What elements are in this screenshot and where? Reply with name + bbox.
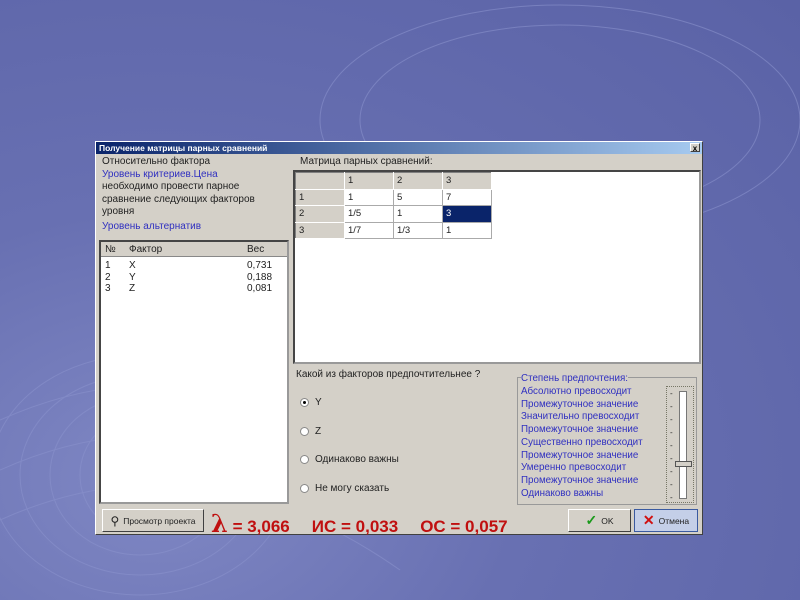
cancel-button[interactable]: ✕ Отмена [634,509,698,532]
item-number: 1 [105,260,111,271]
item-number: 2 [105,271,111,283]
col-header: 2 [393,172,443,190]
preference-level: Промежуточное значение [521,398,639,412]
option-label: Z [315,426,322,437]
factor-list[interactable]: № Фактор Вес 1 X 0,731 2 Y 0,188 3 Z 0,081 [99,240,289,504]
matrix-cell[interactable]: 1 [393,205,443,223]
preference-group: Степень предпочтения: Абсолютно превосхо… [517,373,697,505]
item-weight: 0,081 [247,283,273,294]
instruction-text: необходимо провести парное сравнение сле… [102,181,255,217]
preference-level: Значительно превосходит [521,411,640,425]
corner-cell [295,172,345,190]
criteria-level-link[interactable]: Уровень критериев.Цена [98,169,290,182]
list-header: № Фактор Вес [101,242,287,257]
matrix-cell[interactable]: 1 [344,188,394,206]
row-header: 1 [295,188,345,206]
preference-slider[interactable]: --------- [666,386,694,503]
relative-factor-label: Относительно фактора [102,156,211,167]
matrix-cell[interactable]: 1/5 [344,205,394,223]
col-header: 3 [442,172,492,190]
preference-level: Промежуточное значение [521,424,639,437]
left-panel: Относительно фактора Уровень критериев.Ц… [98,156,290,504]
radio-icon [300,484,309,493]
matrix-cell[interactable]: 5 [393,188,443,206]
lambda-symbol: λ [211,509,228,538]
cross-icon: ✕ [642,512,655,528]
item-weight: 0,188 [247,271,273,283]
consistency-metrics: λ = 3,066 ИС = 0,033 ОС = 0,057 [211,509,508,538]
pairwise-comparison-dialog: Получение матрицы парных сравнений x Отн… [95,141,703,538]
question-label: Какой из факторов предпочтительнее ? [296,369,481,380]
matrix-cell[interactable]: 1 [442,221,492,239]
row-header: 3 [295,221,345,239]
matrix-panel: Матрица парных сравнений: 123 1157 2 1/5 1… [292,156,702,364]
magnifier-icon: ⚲ [110,513,120,528]
matrix-cell-selected[interactable]: 3 [442,205,492,223]
matrix-cell[interactable]: 1/7 [344,221,394,239]
list-item[interactable]: 3 Z 0,081 [101,283,287,295]
item-weight: 0,731 [247,260,273,271]
title-bar: Получение матрицы парных сравнений x [96,142,702,154]
preference-title: Степень предпочтения: [521,373,628,386]
list-item[interactable]: 2 Y 0,188 [101,272,287,284]
dialog-title: Получение матрицы парных сравнений [99,143,268,153]
option-label: Одинаково важны [315,454,399,465]
preference-level: Абсолютно превосходит [521,386,632,399]
col-weight[interactable]: Вес [243,242,287,256]
option-cannot-say[interactable]: Не могу сказать [300,483,389,494]
preference-level: Промежуточное значение [521,474,639,488]
col-factor[interactable]: Фактор [125,242,243,256]
preference-level: Промежуточное значение [521,449,639,463]
col-number[interactable]: № [101,242,125,256]
radio-icon [300,398,309,407]
item-factor: X [129,260,136,271]
matrix-cell[interactable]: 7 [442,188,492,206]
item-factor: Y [129,271,136,283]
list-item[interactable]: 1 X 0,731 [101,260,287,272]
alternatives-level-link[interactable]: Уровень альтернатив [98,221,290,234]
slider-thumb[interactable] [675,461,692,467]
option-z[interactable]: Z [300,426,321,437]
option-equal[interactable]: Одинаково важны [300,454,399,465]
matrix-label: Матрица парных сравнений: [300,156,433,167]
button-label: Просмотр проекта [123,515,196,526]
consistency-ratio: ОС = 0,057 [420,517,508,536]
item-number: 3 [105,283,111,294]
consistency-index: ИС = 0,033 [311,517,399,536]
preference-level: Существенно превосходит [521,436,643,450]
matrix-cell[interactable]: 1/3 [393,221,443,239]
radio-icon [300,427,309,436]
checkmark-icon: ✓ [585,512,598,528]
close-button[interactable]: x [690,143,700,153]
item-factor: Z [129,283,136,294]
matrix-grid[interactable]: 123 1157 2 1/5 1 3 3 1/7 1/3 1 [293,170,701,364]
lambda-value: = 3,066 [232,517,290,536]
radio-icon [300,455,309,464]
slider-track [679,391,687,499]
option-label: Y [315,397,322,408]
button-label: OK [601,515,614,526]
row-header: 2 [295,205,345,223]
ok-button[interactable]: ✓ OK [568,509,631,532]
button-label: Отмена [658,515,690,526]
preview-project-button[interactable]: ⚲ Просмотр проекта [102,509,204,532]
option-y[interactable]: Y [300,397,322,408]
preference-level: Умеренно превосходит [521,462,627,475]
col-header: 1 [344,172,394,190]
preference-level: Одинаково важны [521,487,604,501]
option-label: Не могу сказать [315,483,390,494]
